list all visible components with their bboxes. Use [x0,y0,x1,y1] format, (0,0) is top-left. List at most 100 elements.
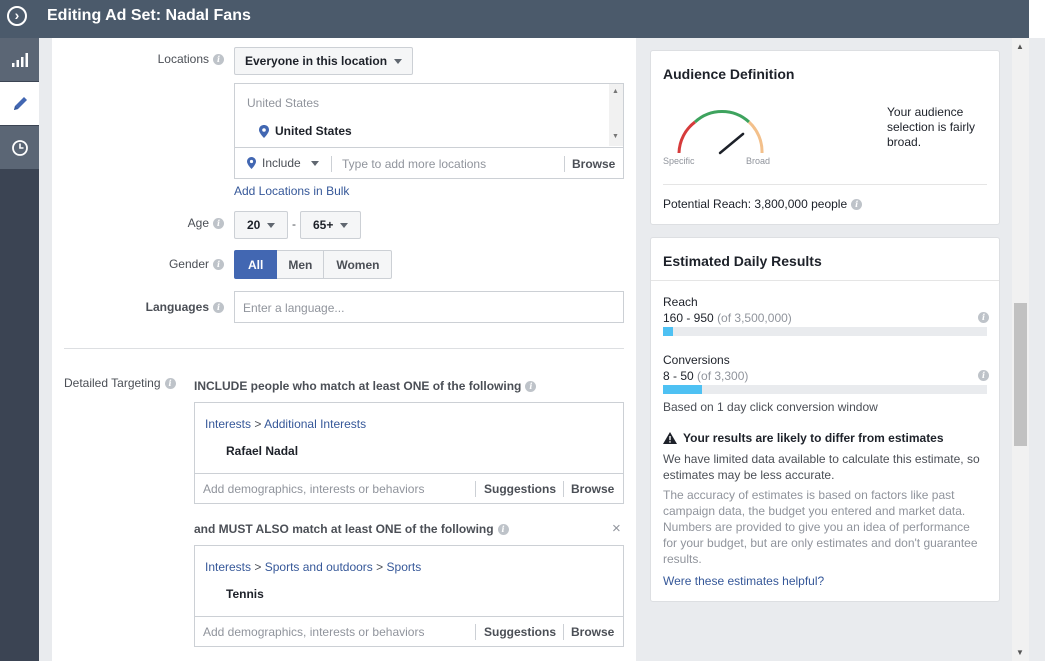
audience-description: Your audience selection is fairly broad. [887,105,976,149]
collapse-icon[interactable]: › [7,6,27,26]
group1-browse-button[interactable]: Browse [571,482,614,496]
pencil-icon [13,96,27,110]
info-icon[interactable]: i [851,199,863,211]
languages-placeholder: Enter a language... [243,301,345,315]
chevron-down-icon [310,160,319,166]
add-locations-bulk-link[interactable]: Add Locations in Bulk [234,184,349,198]
group2-breadcrumb: Interests > Sports and outdoors > Sports [205,560,421,574]
languages-label-text: Languages [145,300,209,314]
location-type-dropdown[interactable]: Everyone in this location [234,47,414,75]
age-separator: - [292,217,296,231]
divider [663,184,987,185]
include-heading: INCLUDE people who match at least ONE of… [194,379,537,393]
divider [475,481,476,497]
include-heading-text: INCLUDE people who match at least ONE of… [194,379,522,393]
selected-location[interactable]: United States [259,124,352,138]
group1-breadcrumb: Interests > Additional Interests [205,417,366,431]
info-icon[interactable]: i [213,302,224,314]
include-label: Include [262,156,301,170]
targeting-form: Locations i Everyone in this location Uni… [52,38,636,661]
location-search-placeholder: Type to add more locations [342,157,487,171]
breadcrumb-separator: > [254,560,262,574]
group1-placeholder: Add demographics, interests or behaviors [203,482,425,496]
nav-edit-button[interactable] [0,82,39,125]
close-icon[interactable]: × [612,520,621,537]
scroll-thumb[interactable] [1014,303,1027,446]
audience-definition-card: Audience Definition Specific Broad Your … [650,50,1000,225]
info-icon[interactable]: i [213,259,224,271]
breadcrumb-additional-interests[interactable]: Additional Interests [264,417,366,431]
info-icon[interactable]: i [164,378,176,390]
reach-bar-fill [663,327,673,336]
warning-title: Your results are likely to differ from e… [683,431,944,445]
chevron-down-icon [394,58,403,64]
scroll-corner [1029,0,1045,38]
chevron-down-icon [267,222,276,228]
divider [195,473,623,474]
location-browse-button[interactable]: Browse [572,157,615,171]
reach-total: (of 3,500,000) [717,311,792,325]
divider [563,624,564,640]
breadcrumb-sports-outdoors[interactable]: Sports and outdoors [265,560,373,574]
info-icon[interactable]: i [213,54,224,66]
clock-icon [11,139,28,156]
nav-reporting-button[interactable] [0,38,39,81]
info-icon[interactable]: i [978,370,989,381]
location-search-input[interactable]: Type to add more locations [342,157,562,171]
estimated-results-title: Estimated Daily Results [663,253,822,269]
estimated-results-card: Estimated Daily Results Reach 160 - 950 … [650,237,1000,602]
scroll-up-icon[interactable]: ▲ [1016,42,1024,51]
left-nav [0,38,39,661]
group1-search-input[interactable]: Add demographics, interests or behaviors [203,482,463,496]
breadcrumb-separator: > [376,560,384,574]
conversions-label: Conversions [663,353,730,367]
group2-browse-button[interactable]: Browse [571,625,614,639]
info-icon[interactable]: i [497,524,509,536]
breadcrumb-separator: > [254,417,262,431]
include-dropdown[interactable]: Include [247,156,319,170]
group1-suggestions-button[interactable]: Suggestions [484,482,556,496]
targeting-item-tennis[interactable]: Tennis [226,587,264,601]
scroll-down-icon[interactable]: ▼ [1016,648,1024,657]
gauge-broad-label: Broad [746,156,771,166]
locations-label: Locations i [52,52,224,66]
section-divider [64,348,624,349]
info-icon[interactable]: i [213,218,224,230]
nav-history-button[interactable] [0,126,39,169]
breadcrumb-sports[interactable]: Sports [387,560,422,574]
estimates-helpful-link[interactable]: Were these estimates helpful? [663,574,824,588]
gauge-needle [718,132,745,155]
breadcrumb-interests[interactable]: Interests [205,417,251,431]
top-bar: › Editing Ad Set: Nadal Fans [0,0,1029,38]
gender-men-button[interactable]: Men [277,250,325,279]
age-min-dropdown[interactable]: 20 [234,211,289,239]
breadcrumb-interests[interactable]: Interests [205,560,251,574]
group2-search-input[interactable]: Add demographics, interests or behaviors [203,625,463,639]
detailed-targeting-label-text: Detailed Targeting [64,376,161,390]
info-icon[interactable]: i [525,381,537,393]
targeting-group-2: Interests > Sports and outdoors > Sports… [194,545,624,647]
group2-suggestions-button[interactable]: Suggestions [484,625,556,639]
selected-location-label: United States [275,124,352,138]
warning-text: We have limited data available to calcul… [663,452,980,482]
conversions-bar [663,385,987,394]
info-icon[interactable]: i [978,312,989,323]
reach-values: 160 - 950 (of 3,500,000) [663,311,792,325]
accuracy-text: The accuracy of estimates is based on fa… [663,488,978,566]
page-scrollbar[interactable]: ▲ ▼ [1012,38,1029,661]
languages-input[interactable]: Enter a language... [234,291,624,323]
divider [331,156,332,172]
group2-placeholder: Add demographics, interests or behaviors [203,625,425,639]
age-max-dropdown[interactable]: 65+ [300,211,362,239]
reach-value: 160 - 950 [663,311,714,325]
gender-women-button[interactable]: Women [324,250,393,279]
conversions-values: 8 - 50 (of 3,300) [663,369,748,383]
divider [235,147,623,148]
conversion-window-text: Based on 1 day click conversion window [663,400,878,414]
page-title: Editing Ad Set: Nadal Fans [47,7,251,24]
age-max-value: 65+ [313,218,334,232]
targeting-item-rafael-nadal[interactable]: Rafael Nadal [226,444,298,458]
reach-label: Reach [663,295,698,309]
gender-all-button[interactable]: All [234,250,278,279]
locations-scrollbar[interactable]: ▲ ▼ [609,84,623,146]
